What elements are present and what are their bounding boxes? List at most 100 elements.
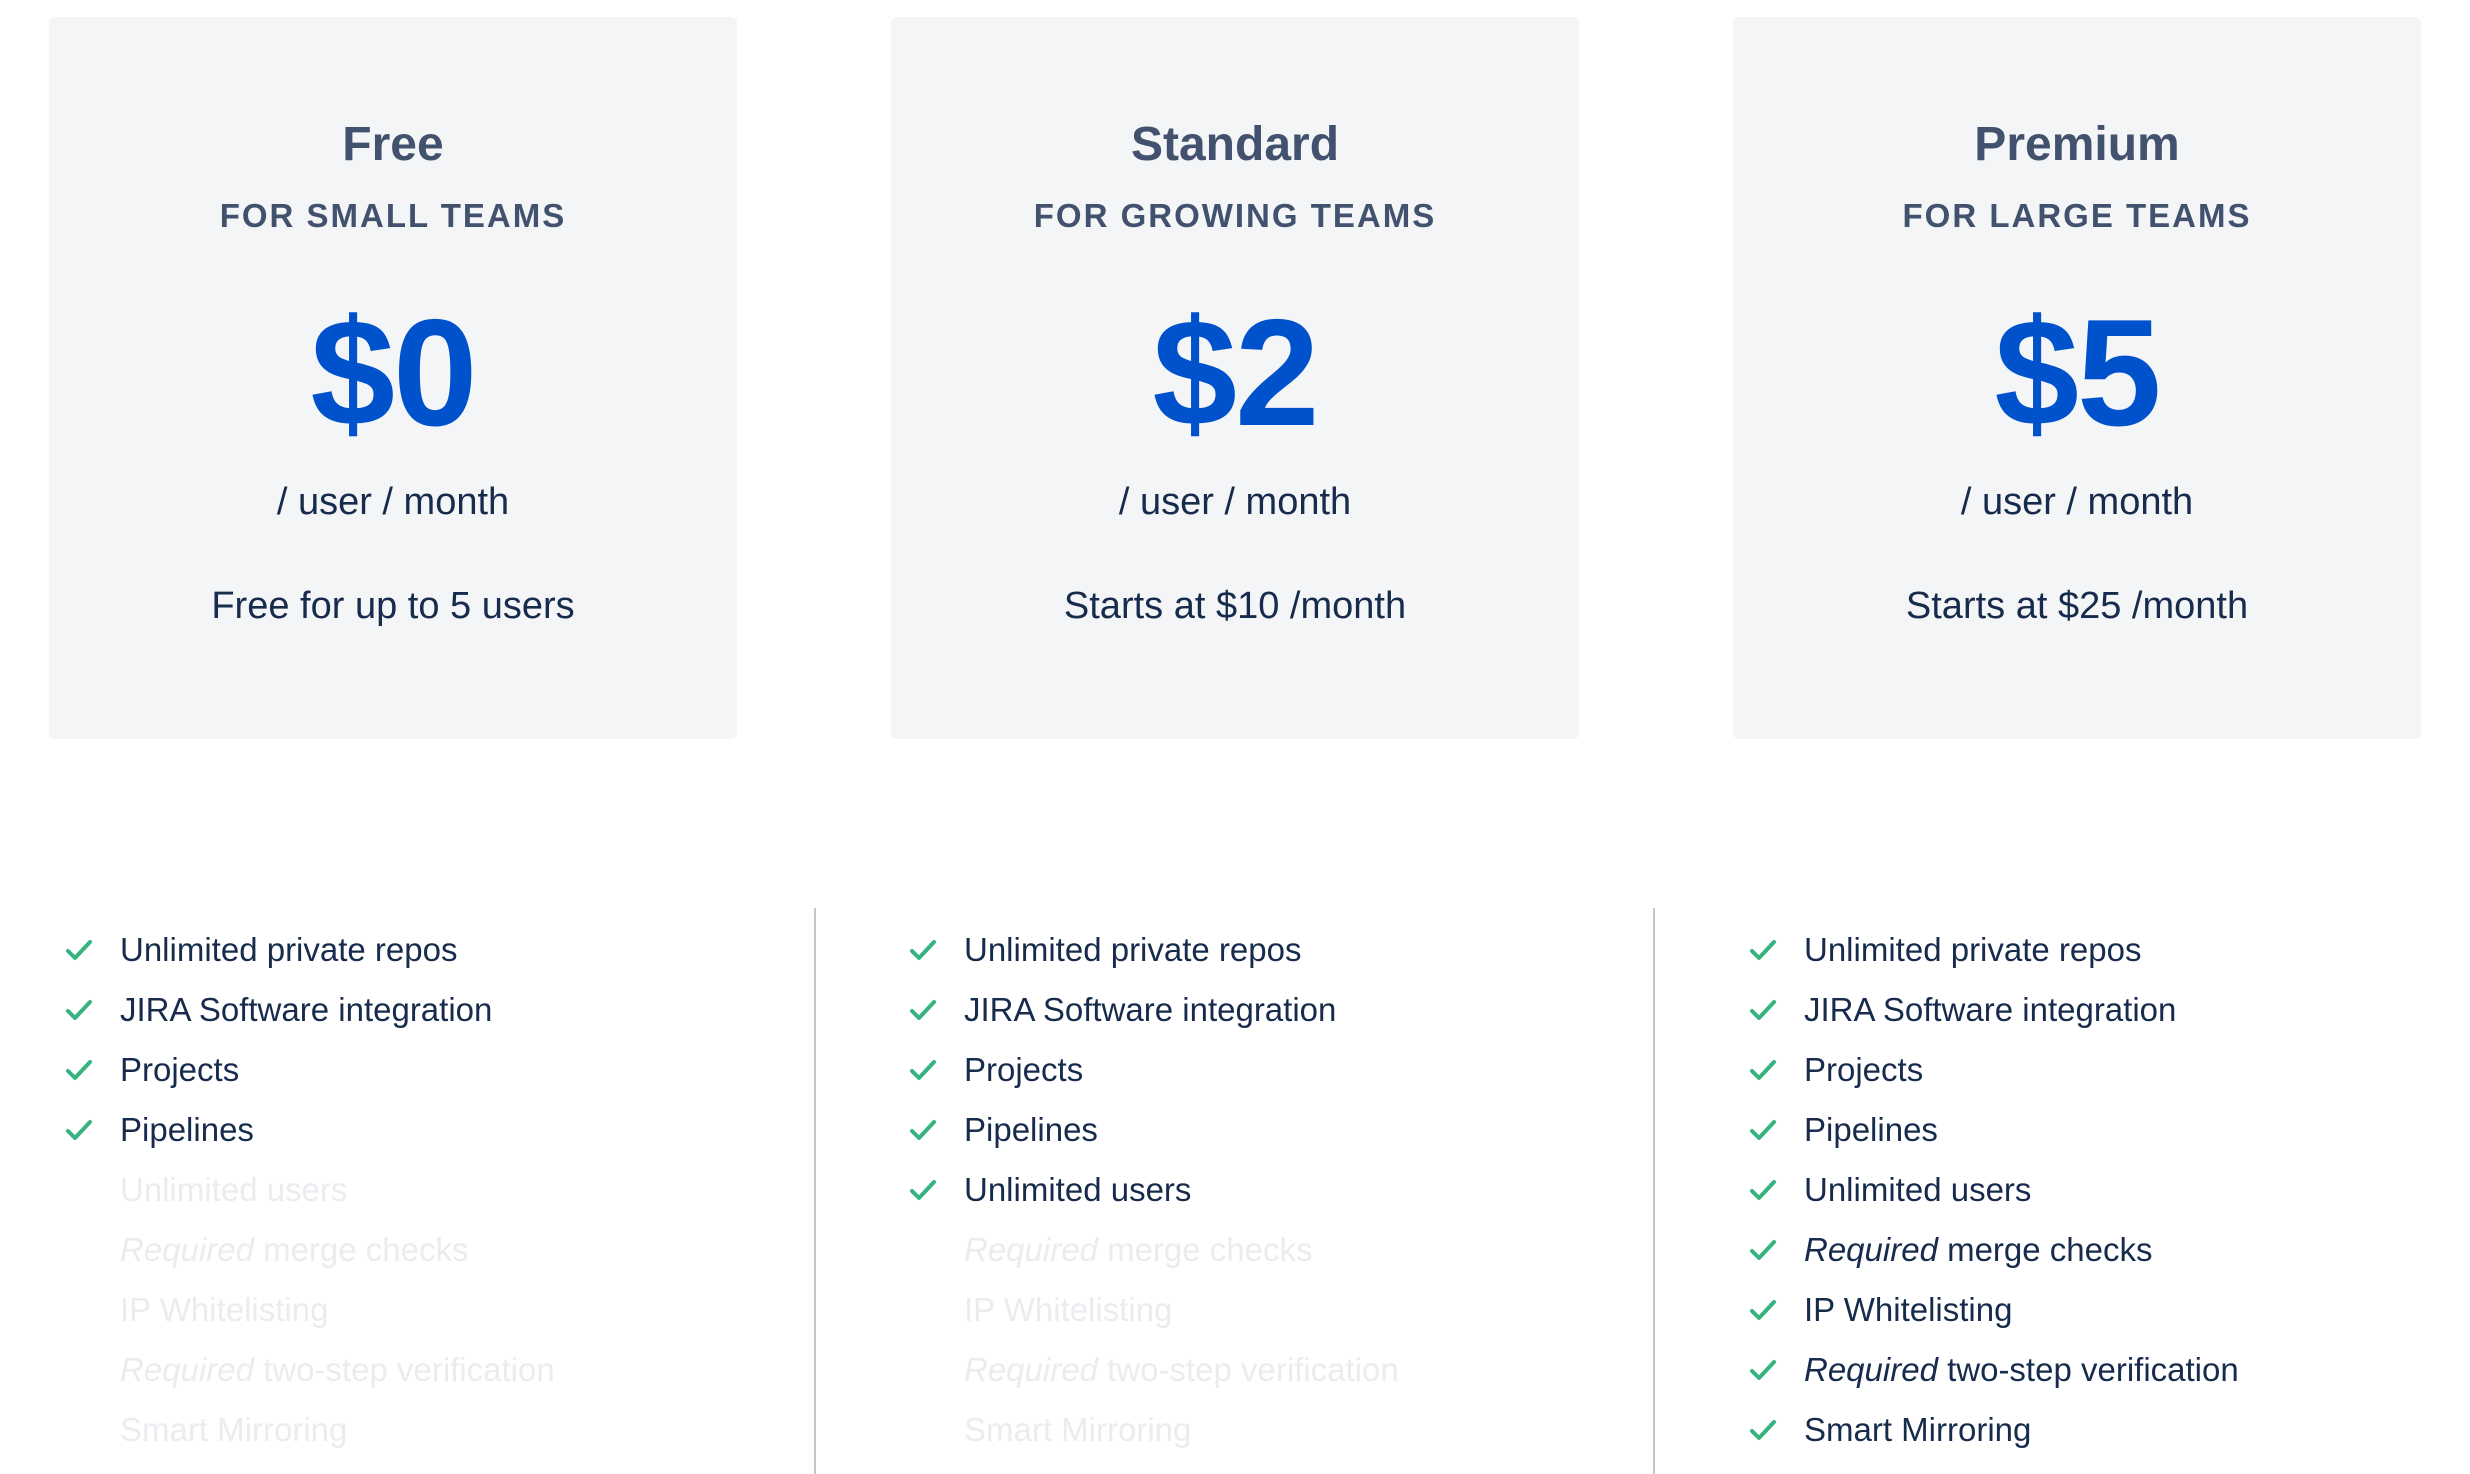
plan-price-unit: / user / month xyxy=(276,481,510,523)
checkmark-icon xyxy=(1748,1052,1778,1088)
feature-label: JIRA Software integration xyxy=(964,991,1337,1028)
feature-label: Smart Mirroring xyxy=(120,1411,348,1448)
checkmark-icon xyxy=(1748,1352,1778,1388)
feature-item: Smart Mirroring xyxy=(906,1410,1399,1470)
plan-price-note: Starts at $25 /month xyxy=(1905,585,2249,627)
column-divider xyxy=(1653,908,1655,1474)
feature-item: Smart Mirroring xyxy=(1746,1410,2239,1470)
feature-item: Unlimited users xyxy=(1746,1170,2239,1230)
feature-list-free: Unlimited private repos JIRA Software int… xyxy=(62,930,555,1470)
plan-subtitle: FOR GROWING TEAMS xyxy=(1033,197,1437,234)
checkmark-icon xyxy=(908,1112,938,1148)
feature-label: JIRA Software integration xyxy=(1804,991,2177,1028)
feature-label: merge checks xyxy=(1937,1231,2153,1268)
feature-label: Smart Mirroring xyxy=(964,1411,1192,1448)
feature-label: two-step verification xyxy=(1937,1351,2239,1388)
feature-label: Unlimited users xyxy=(120,1171,348,1208)
checkmark-icon xyxy=(1748,1292,1778,1328)
feature-label: two-step verification xyxy=(253,1351,555,1388)
feature-emphasis: Required xyxy=(964,1231,1098,1268)
checkmark-icon xyxy=(1748,1232,1778,1268)
feature-label: Projects xyxy=(964,1051,1084,1088)
feature-label: merge checks xyxy=(253,1231,469,1268)
feature-label: Unlimited users xyxy=(1804,1171,2032,1208)
feature-item: Unlimited private repos xyxy=(1746,930,2239,990)
feature-label: Unlimited users xyxy=(964,1171,1192,1208)
plan-name: Standard xyxy=(1130,118,1340,171)
checkmark-icon xyxy=(908,932,938,968)
feature-item: Pipelines xyxy=(906,1110,1399,1170)
feature-emphasis: Required xyxy=(1804,1231,1938,1268)
plan-card-standard: Standard FOR GROWING TEAMS $2 / user / m… xyxy=(891,17,1579,739)
feature-label: Unlimited private repos xyxy=(120,931,458,968)
feature-label: Unlimited private repos xyxy=(1804,931,2142,968)
feature-emphasis: Required xyxy=(120,1351,254,1388)
feature-item: Required merge checks xyxy=(1746,1230,2239,1290)
feature-item: Unlimited users xyxy=(906,1170,1399,1230)
checkmark-icon xyxy=(1748,992,1778,1028)
feature-label: Unlimited private repos xyxy=(964,931,1302,968)
plan-price-unit: / user / month xyxy=(1960,481,2194,523)
feature-item: Projects xyxy=(906,1050,1399,1110)
feature-item: JIRA Software integration xyxy=(62,990,555,1050)
feature-emphasis: Required xyxy=(964,1351,1098,1388)
feature-item: IP Whitelisting xyxy=(906,1290,1399,1350)
feature-item: JIRA Software integration xyxy=(906,990,1399,1050)
feature-label: two-step verification xyxy=(1097,1351,1399,1388)
feature-label: Projects xyxy=(1804,1051,1924,1088)
checkmark-icon xyxy=(908,1172,938,1208)
checkmark-icon xyxy=(1748,932,1778,968)
plan-card-free: Free FOR SMALL TEAMS $0 / user / month F… xyxy=(49,17,737,739)
plan-price: $2 xyxy=(1152,288,1319,458)
plan-price-unit: / user / month xyxy=(1118,481,1352,523)
feature-item: Unlimited private repos xyxy=(906,930,1399,990)
plan-price-note: Free for up to 5 users xyxy=(211,585,575,627)
feature-item: Projects xyxy=(62,1050,555,1110)
pricing-page: Free FOR SMALL TEAMS $0 / user / month F… xyxy=(0,0,2470,1474)
feature-label: Projects xyxy=(120,1051,240,1088)
feature-label: Pipelines xyxy=(964,1111,1098,1148)
feature-item: Required two-step verification xyxy=(1746,1350,2239,1410)
feature-item: Pipelines xyxy=(62,1110,555,1170)
feature-item: IP Whitelisting xyxy=(1746,1290,2239,1350)
feature-item: Required merge checks xyxy=(906,1230,1399,1290)
plan-subtitle: FOR SMALL TEAMS xyxy=(219,197,567,234)
checkmark-icon xyxy=(1748,1112,1778,1148)
checkmark-icon xyxy=(64,1052,94,1088)
feature-item: Projects xyxy=(1746,1050,2239,1110)
feature-label: Smart Mirroring xyxy=(1804,1411,2032,1448)
feature-list-standard: Unlimited private repos JIRA Software int… xyxy=(906,930,1399,1470)
feature-item: Unlimited users xyxy=(62,1170,555,1230)
checkmark-icon xyxy=(64,932,94,968)
feature-item: Smart Mirroring xyxy=(62,1410,555,1470)
checkmark-icon xyxy=(64,1112,94,1148)
checkmark-icon xyxy=(1748,1412,1778,1448)
feature-label: merge checks xyxy=(1097,1231,1313,1268)
checkmark-icon xyxy=(1748,1172,1778,1208)
feature-item: Pipelines xyxy=(1746,1110,2239,1170)
feature-label: Pipelines xyxy=(120,1111,254,1148)
feature-item: Required two-step verification xyxy=(906,1350,1399,1410)
feature-item: JIRA Software integration xyxy=(1746,990,2239,1050)
plan-subtitle: FOR LARGE TEAMS xyxy=(1902,197,2252,234)
plan-price: $5 xyxy=(1994,288,2161,458)
feature-item: Required merge checks xyxy=(62,1230,555,1290)
checkmark-icon xyxy=(908,992,938,1028)
feature-emphasis: Required xyxy=(1804,1351,1938,1388)
feature-list-premium: Unlimited private repos JIRA Software int… xyxy=(1746,930,2239,1470)
feature-label: IP Whitelisting xyxy=(120,1291,329,1328)
feature-item: Unlimited private repos xyxy=(62,930,555,990)
checkmark-icon xyxy=(908,1052,938,1088)
feature-label: IP Whitelisting xyxy=(964,1291,1173,1328)
plan-name: Premium xyxy=(1974,118,2180,171)
feature-label: Pipelines xyxy=(1804,1111,1938,1148)
checkmark-icon xyxy=(64,992,94,1028)
plan-price-note: Starts at $10 /month xyxy=(1063,585,1407,627)
plan-card-premium: Premium FOR LARGE TEAMS $5 / user / mont… xyxy=(1733,17,2421,739)
feature-item: Required two-step verification xyxy=(62,1350,555,1410)
plan-name: Free xyxy=(342,118,444,171)
feature-label: JIRA Software integration xyxy=(120,991,493,1028)
feature-item: IP Whitelisting xyxy=(62,1290,555,1350)
feature-label: IP Whitelisting xyxy=(1804,1291,2013,1328)
feature-emphasis: Required xyxy=(120,1231,254,1268)
